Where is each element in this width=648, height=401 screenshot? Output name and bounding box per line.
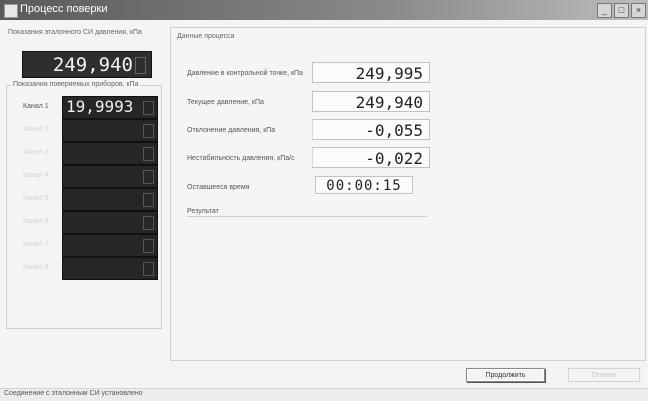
device-row: Канал 5 xyxy=(7,188,161,211)
device-value: 19,9993 xyxy=(66,97,134,116)
app-icon xyxy=(4,4,18,18)
param-label: Оставшееся время xyxy=(187,184,250,191)
minimize-button[interactable]: _ xyxy=(597,3,612,18)
device-cell xyxy=(143,193,154,207)
status-text: Соединение с эталонным СИ установлено xyxy=(4,390,143,397)
result-divider xyxy=(187,216,427,217)
param-row-deviation: Отклонение давления, кПа -0,055 xyxy=(187,119,430,141)
device-row: Канал 6 xyxy=(7,211,161,234)
param-row-setpoint: Давление в контрольной точке, кПа 249,99… xyxy=(187,62,430,84)
device-cell xyxy=(143,147,154,161)
reference-label: Показания эталонного СИ давления, кПа xyxy=(8,29,142,36)
device-row: Канал 3 xyxy=(7,142,161,165)
device-display xyxy=(62,234,158,257)
left-panel: Показания эталонного СИ давления, кПа 24… xyxy=(6,27,163,380)
device-label: Канал 7 xyxy=(23,241,49,248)
device-row: Канал 7 xyxy=(7,234,161,257)
device-cell xyxy=(143,170,154,184)
device-display xyxy=(62,165,158,188)
cancel-button[interactable]: Отмена xyxy=(568,368,640,382)
device-display xyxy=(62,188,158,211)
window-title: Процесс поверки xyxy=(20,3,108,15)
device-row: Канал 1 19,9993 xyxy=(7,96,161,119)
device-label: Канал 2 xyxy=(23,126,49,133)
device-cell xyxy=(143,262,154,276)
current-pressure-value: 249,940 xyxy=(312,91,430,112)
setpoint-value: 249,995 xyxy=(312,62,430,83)
reference-value: 249,940 xyxy=(52,54,133,76)
param-label: Текущее давление, кПа xyxy=(187,99,264,106)
device-label: Канал 1 xyxy=(23,103,49,110)
status-bar: Соединение с эталонным СИ установлено xyxy=(0,388,648,401)
device-label: Канал 5 xyxy=(23,195,49,202)
devices-group: Показания поверяемых приборов, кПа Канал… xyxy=(6,81,162,329)
device-display: 19,9993 xyxy=(62,96,158,119)
param-row-instability: Нестабильность давления, кПа/с -0,022 xyxy=(187,147,430,169)
button-bar: Продолжить Отмена xyxy=(170,360,644,387)
instability-value: -0,022 xyxy=(312,147,430,168)
devices-label: Показания поверяемых приборов, кПа xyxy=(11,81,141,88)
process-data-title: Данные процесса xyxy=(177,33,235,40)
device-display xyxy=(62,142,158,165)
param-label: Отклонение давления, кПа xyxy=(187,127,276,134)
maximize-button[interactable]: □ xyxy=(614,3,629,18)
device-display xyxy=(62,257,158,280)
device-label: Канал 6 xyxy=(23,218,49,225)
param-label: Давление в контрольной точке, кПа xyxy=(187,70,303,77)
device-cell xyxy=(143,216,154,230)
device-cell xyxy=(143,124,154,138)
device-label: Канал 3 xyxy=(23,149,49,156)
remaining-time-value: 00:00:15 xyxy=(315,176,413,194)
device-row: Канал 8 xyxy=(7,257,161,280)
device-label: Канал 4 xyxy=(23,172,49,179)
deviation-value: -0,055 xyxy=(312,119,430,140)
device-row: Канал 2 xyxy=(7,119,161,142)
device-cell xyxy=(143,239,154,253)
param-row-time: Оставшееся время 00:00:15 xyxy=(187,176,427,198)
device-display xyxy=(62,211,158,234)
param-label: Нестабильность давления, кПа/с xyxy=(187,155,295,162)
reference-cell xyxy=(135,57,146,74)
device-row: Канал 4 xyxy=(7,165,161,188)
window-controls: _ □ × xyxy=(597,3,646,18)
device-label: Канал 8 xyxy=(23,264,49,271)
result-label: Результат xyxy=(187,208,219,215)
continue-button[interactable]: Продолжить xyxy=(466,368,545,382)
param-row-current: Текущее давление, кПа 249,940 xyxy=(187,91,430,113)
close-button[interactable]: × xyxy=(631,3,646,18)
title-bar: Процесс поверки _ □ × xyxy=(0,0,648,20)
device-cell xyxy=(143,101,154,115)
reference-display: 249,940 xyxy=(22,51,152,78)
process-data-panel: Данные процесса Давление в контрольной т… xyxy=(170,27,646,361)
device-display xyxy=(62,119,158,142)
